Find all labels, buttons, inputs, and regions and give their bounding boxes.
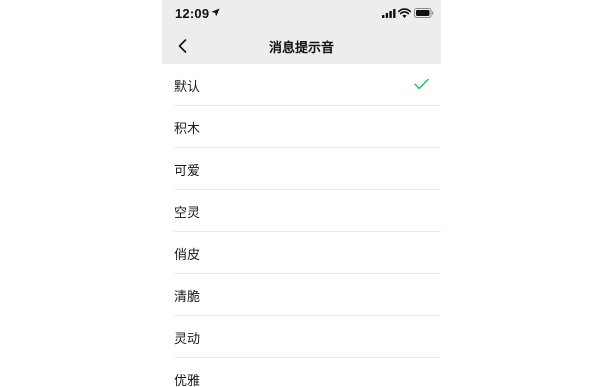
sound-option-label: 灵动 [174,332,201,347]
phone-screen: 12:09 消息提示音 默认 积木 可爱 空灵 俏皮 清脆 灵动 优雅 [162,0,441,387]
location-arrow-icon [211,8,220,17]
sound-option-label: 俏皮 [174,248,201,263]
checkmark-icon [414,78,429,90]
sound-list: 默认 积木 可爱 空灵 俏皮 清脆 灵动 优雅 [162,64,441,387]
sound-option-6[interactable]: 灵动 [162,316,441,358]
sound-option-label: 空灵 [174,206,201,221]
sound-option-0[interactable]: 默认 [162,64,441,106]
navigation-bar: 消息提示音 [162,27,441,64]
sound-option-label: 默认 [174,80,201,95]
sound-option-label: 积木 [174,122,201,137]
sound-option-3[interactable]: 空灵 [162,190,441,232]
battery-icon [414,8,434,18]
sound-option-1[interactable]: 积木 [162,106,441,148]
sound-option-label: 可爱 [174,164,201,179]
sound-option-2[interactable]: 可爱 [162,148,441,190]
cellular-signal-icon [382,9,396,18]
sound-option-4[interactable]: 俏皮 [162,232,441,274]
sound-option-7[interactable]: 优雅 [162,358,441,387]
sound-option-label: 清脆 [174,290,201,305]
page-title: 消息提示音 [268,41,334,56]
wifi-icon [398,8,411,18]
sound-option-label: 优雅 [174,374,201,387]
status-time: 12:09 [175,6,210,21]
status-bar: 12:09 [162,0,441,27]
sound-option-5[interactable]: 清脆 [162,274,441,316]
